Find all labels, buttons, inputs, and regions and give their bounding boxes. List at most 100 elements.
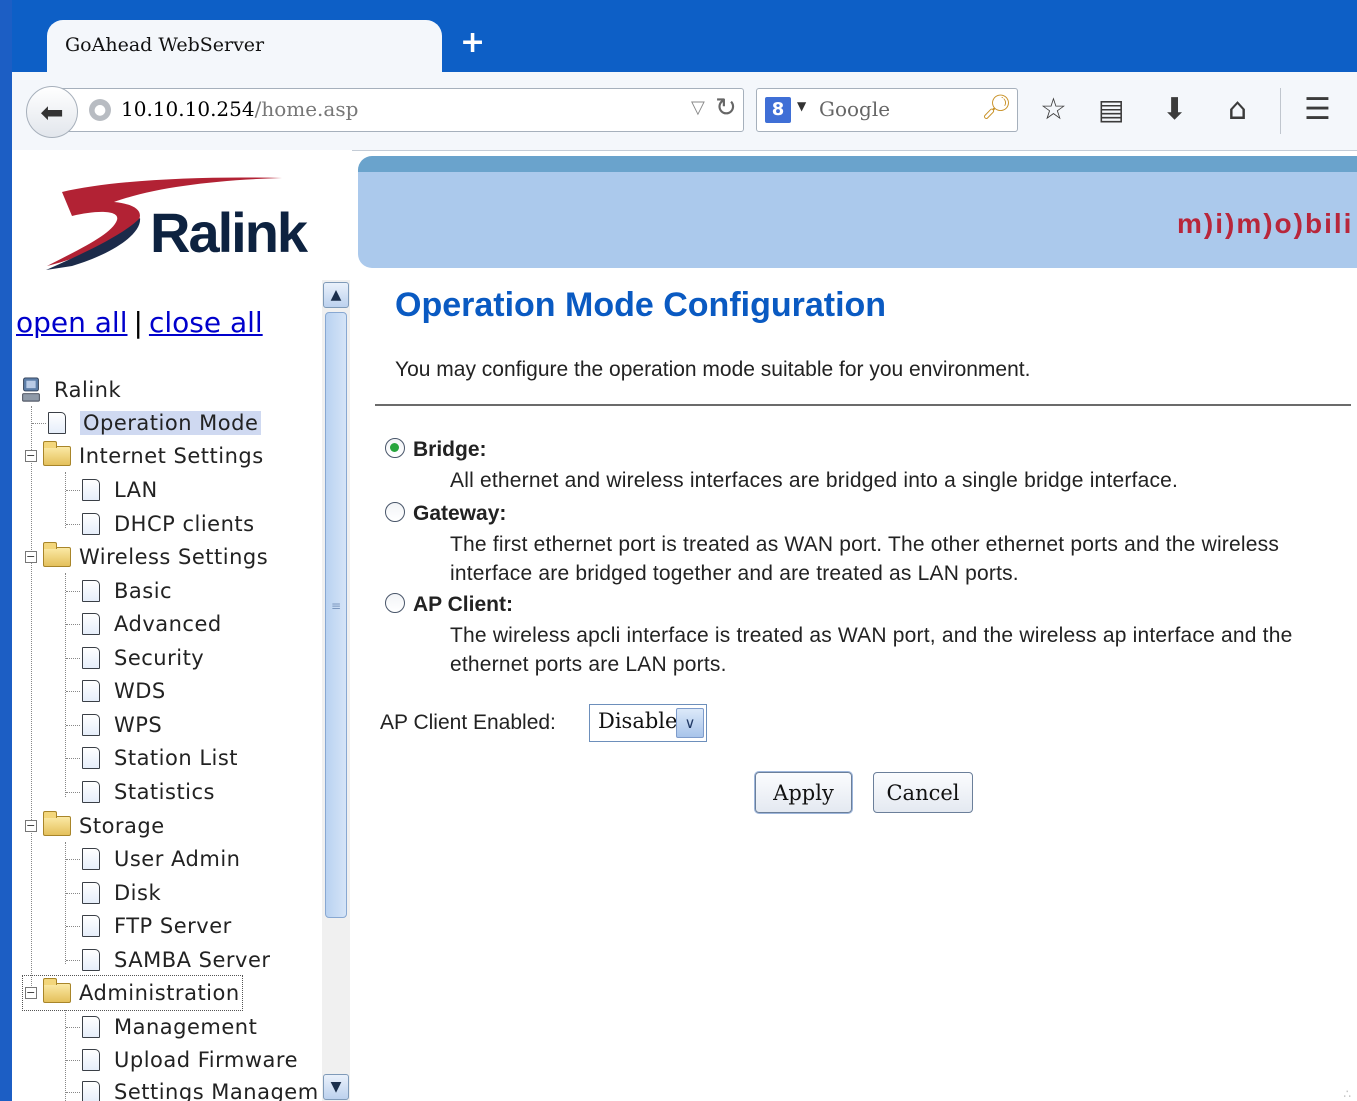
tree-branch	[32, 422, 46, 424]
collapse-toggle-icon[interactable]: −	[25, 450, 37, 462]
search-icon[interactable]: 🔎︎	[981, 93, 1011, 121]
collapse-toggle-icon[interactable]: −	[25, 820, 37, 832]
tree-item-station-list[interactable]: Station List	[66, 743, 238, 773]
url-dropdown-icon[interactable]: ▽	[691, 97, 705, 118]
tree-item-label: FTP Server	[114, 914, 232, 938]
page-icon	[82, 747, 100, 769]
tree-root-label: Ralink	[54, 378, 122, 402]
menu-icon[interactable]: ☰	[1304, 90, 1331, 130]
tree-item-label: Basic	[114, 579, 173, 603]
tree-item-operation-mode[interactable]: Operation Mode	[32, 408, 262, 438]
bookmarks-list-icon[interactable]: ▤	[1098, 90, 1124, 130]
tree-item-internet-settings[interactable]: − Internet Settings	[25, 441, 264, 471]
tree-item-management[interactable]: Management	[66, 1012, 257, 1042]
search-engine-dropdown-icon[interactable]: ▼	[797, 99, 806, 113]
reload-icon[interactable]: ↻	[715, 93, 737, 123]
tree-scrollbar[interactable]: ▲ ≡ ▼	[322, 280, 350, 1101]
resize-grip-icon[interactable]: ∴	[1343, 1088, 1351, 1100]
tree-item-settings-management[interactable]: Settings Managem	[66, 1077, 319, 1101]
page-icon	[82, 513, 100, 535]
ap-client-enabled-value: Disable	[598, 709, 678, 733]
ap-client-radio[interactable]	[385, 593, 405, 613]
tree-branch	[66, 757, 80, 759]
cancel-button[interactable]: Cancel	[873, 772, 973, 813]
gateway-radio[interactable]	[385, 502, 405, 522]
download-icon[interactable]: ⬇	[1162, 90, 1187, 130]
tree-item-wds[interactable]: WDS	[66, 676, 166, 706]
tree-item-wireless-settings[interactable]: − Wireless Settings	[25, 542, 268, 572]
tree-item-advanced[interactable]: Advanced	[66, 609, 222, 639]
tree-item-administration[interactable]: − Administration	[22, 975, 243, 1011]
open-all-link[interactable]: open all	[16, 306, 128, 339]
tree-item-label: Upload Firmware	[114, 1048, 299, 1072]
tree-connector	[31, 406, 32, 996]
folder-icon	[42, 441, 71, 466]
back-arrow-icon: ⬅	[40, 95, 64, 129]
url-bar[interactable]: ● 10.10.10.254/home.asp ▽ ↻	[62, 88, 744, 132]
bookmark-star-icon[interactable]: ☆	[1040, 90, 1067, 130]
page-icon	[82, 479, 100, 501]
tab-goahead[interactable]: GoAhead WebServer	[47, 20, 442, 76]
tree-branch	[66, 959, 80, 961]
tree-item-wps[interactable]: WPS	[66, 710, 162, 740]
gateway-description: The first ethernet port is treated as WA…	[450, 533, 1280, 585]
tree-item-user-admin[interactable]: User Admin	[66, 844, 240, 874]
tree-item-statistics[interactable]: Statistics	[66, 777, 215, 807]
collapse-toggle-icon[interactable]: −	[25, 551, 37, 563]
page-description: You may configure the operation mode sui…	[395, 358, 1031, 381]
folder-icon	[42, 978, 71, 1003]
tree-item-ftp-server[interactable]: FTP Server	[66, 911, 232, 941]
tree-item-disk[interactable]: Disk	[66, 878, 161, 908]
bridge-radio[interactable]	[385, 438, 405, 458]
tree-branch	[66, 1091, 80, 1093]
tree-item-lan[interactable]: LAN	[66, 475, 158, 505]
tree-item-security[interactable]: Security	[66, 643, 204, 673]
ap-client-enabled-select[interactable]: Disable ∨	[589, 704, 707, 742]
url-text: 10.10.10.254/home.asp	[121, 97, 358, 121]
tree-item-storage[interactable]: − Storage	[25, 811, 165, 841]
scroll-down-icon[interactable]: ▼	[323, 1074, 349, 1100]
home-icon[interactable]: ⌂	[1228, 90, 1247, 130]
tree-branch	[66, 489, 80, 491]
tree-item-label: DHCP clients	[114, 512, 255, 536]
tree-item-label: Station List	[114, 746, 239, 770]
ralink-logo: Ralink	[12, 150, 352, 276]
tree-item-label: Internet Settings	[79, 444, 264, 468]
tree-branch	[66, 623, 80, 625]
scrollbar-thumb[interactable]: ≡	[325, 312, 347, 918]
scroll-up-icon[interactable]: ▲	[323, 282, 349, 308]
collapse-toggle-icon[interactable]: −	[25, 987, 37, 999]
page-icon	[82, 580, 100, 602]
page-icon	[48, 412, 66, 434]
tree-item-upload-firmware[interactable]: Upload Firmware	[66, 1045, 298, 1075]
tree-branch	[66, 523, 80, 525]
url-host: 10.10.10.254	[121, 97, 255, 121]
page-icon	[82, 613, 100, 635]
close-all-link[interactable]: close all	[149, 306, 263, 339]
tree-item-label: Administration	[79, 981, 240, 1005]
tree-item-basic[interactable]: Basic	[66, 576, 172, 606]
header-banner: m)i)m)o)bili	[358, 156, 1357, 268]
tree-item-label: Storage	[79, 814, 165, 838]
page-icon	[82, 915, 100, 937]
page-title: Operation Mode Configuration	[395, 286, 887, 324]
tree-root-ralink[interactable]: Ralink	[20, 376, 121, 404]
back-button[interactable]: ⬅	[26, 86, 78, 138]
section-divider	[375, 404, 1351, 406]
search-bar[interactable]: 8 ▼ Google 🔎︎	[756, 88, 1018, 132]
google-g-icon[interactable]: 8	[765, 97, 791, 123]
new-tab-button[interactable]: +	[460, 28, 485, 58]
computer-icon	[22, 377, 40, 402]
tree-branch	[66, 892, 80, 894]
search-input[interactable]: Google	[819, 97, 890, 121]
gateway-label: Gateway:	[413, 502, 507, 525]
tree-item-samba-server[interactable]: SAMBA Server	[66, 945, 271, 975]
apply-button[interactable]: Apply	[755, 772, 852, 813]
tree-item-label: SAMBA Server	[114, 948, 271, 972]
tree-item-dhcp-clients[interactable]: DHCP clients	[66, 509, 255, 539]
bridge-label: Bridge:	[413, 438, 487, 461]
nav-tree: open all | close all Ralink Operation Mode…	[12, 280, 320, 1101]
page-icon	[82, 1049, 100, 1071]
toolbar-separator	[1280, 88, 1281, 134]
chevron-down-icon[interactable]: ∨	[676, 708, 704, 738]
